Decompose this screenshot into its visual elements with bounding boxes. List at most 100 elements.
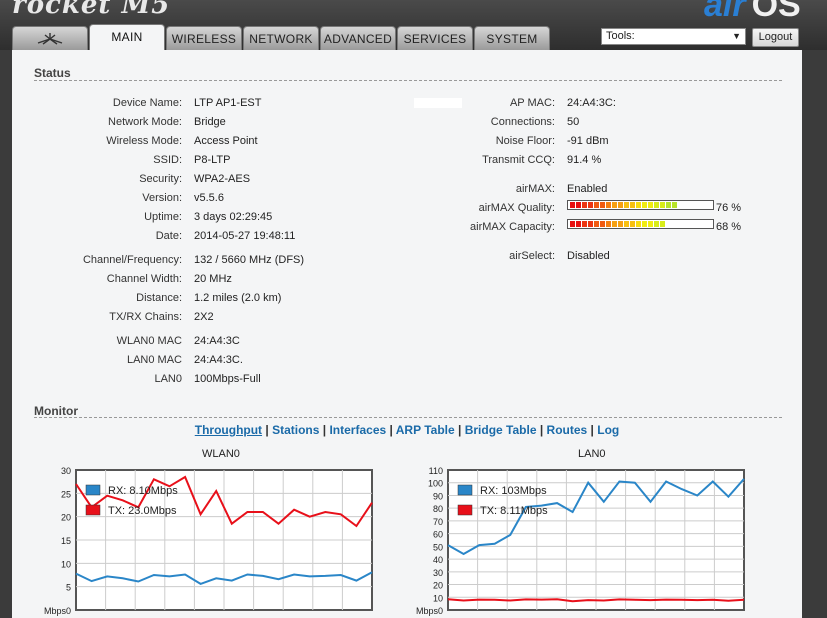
bar-segment — [654, 221, 659, 227]
logout-button[interactable]: Logout — [752, 28, 799, 47]
tab-services[interactable]: SERVICES — [397, 26, 473, 50]
status-row: SSID: P8-LTP — [12, 153, 392, 167]
status-row: Channel Width: 20 MHz — [12, 272, 392, 286]
bar-segment — [588, 202, 593, 208]
status-value: Access Point — [194, 135, 258, 147]
bar-segment — [660, 202, 665, 208]
status-label: airSelect: — [509, 250, 555, 262]
status-row: Noise Floor: -91 dBm — [412, 134, 792, 148]
status-value: 20 MHz — [194, 273, 232, 285]
bar-segment — [642, 202, 647, 208]
status-value: 1.2 miles (2.0 km) — [194, 292, 282, 304]
monitor-links: Throughput | Stations | Interfaces | ARP… — [194, 423, 620, 437]
tab-ubiquiti-logo[interactable] — [12, 26, 88, 50]
status-value: LTP AP1-EST — [194, 97, 262, 109]
bar-segment — [612, 202, 617, 208]
link-log[interactable]: Log — [597, 423, 619, 437]
status-value: 24:A4:3C. — [194, 354, 243, 366]
y-tick-label: 90 — [433, 491, 443, 501]
status-label: Wireless Mode: — [106, 135, 182, 147]
link-throughput[interactable]: Throughput — [195, 423, 262, 437]
status-label: LAN0 MAC — [126, 354, 182, 366]
bar-segment — [624, 202, 629, 208]
airos-logo: air OS — [704, 0, 801, 24]
legend-swatch — [85, 504, 101, 516]
status-row: Connections: 50 — [412, 115, 792, 129]
status-value: 2014-05-27 19:48:11 — [194, 230, 296, 242]
rocket-m5-logo: rocket M5 — [12, 0, 171, 20]
status-label: Transmit CCQ: — [482, 154, 555, 166]
y-tick-label: 25 — [61, 489, 71, 499]
tab-advanced[interactable]: ADVANCED — [320, 26, 396, 50]
y-tick-label: 70 — [433, 517, 443, 527]
status-label: TX/RX Chains: — [109, 311, 182, 323]
bar-segment — [648, 221, 653, 227]
status-row: Device Name: LTP AP1-EST — [12, 96, 392, 110]
legend-entry: TX: 8.11Mbps — [480, 505, 548, 517]
y-tick-label: 0 — [66, 606, 71, 616]
status-row: Channel/Frequency: 132 / 5660 MHz (DFS) — [12, 253, 392, 267]
link-interfaces[interactable]: Interfaces — [329, 423, 386, 437]
status-value: Bridge — [194, 116, 226, 128]
link-stations[interactable]: Stations — [272, 423, 319, 437]
bar-segment — [648, 202, 653, 208]
status-label: airMAX Quality: — [478, 202, 555, 214]
status-label: Security: — [139, 173, 182, 185]
status-value: P8-LTP — [194, 154, 231, 166]
status-label: WLAN0 MAC — [116, 335, 182, 347]
legend-entry: RX: 103Mbps — [480, 485, 547, 497]
bar-segment — [576, 202, 581, 208]
y-axis-label: Mbps — [44, 606, 67, 616]
status-row: LAN0 100Mbps-Full — [12, 372, 392, 386]
status-label: SSID: — [153, 154, 182, 166]
status-label: Date: — [155, 230, 182, 242]
status-label: Network Mode: — [108, 116, 182, 128]
tab-system[interactable]: SYSTEM — [474, 26, 550, 50]
link-arp-table[interactable]: ARP Table — [396, 423, 455, 437]
status-value: 91.4 % — [567, 154, 602, 166]
tab-network[interactable]: NETWORK — [243, 26, 319, 50]
y-tick-label: 30 — [433, 568, 443, 578]
status-row: WLAN0 MAC 24:A4:3C — [12, 334, 392, 348]
status-heading: Status — [34, 66, 71, 80]
status-value: Enabled — [567, 183, 608, 195]
bar-segment — [594, 221, 599, 227]
airmax-capacity-bar — [567, 219, 714, 229]
status-divider — [34, 80, 782, 81]
y-tick-label: 80 — [433, 504, 443, 514]
status-label: Version: — [142, 192, 182, 204]
link-bridge-table[interactable]: Bridge Table — [465, 423, 537, 437]
bar-segment — [582, 202, 587, 208]
legend-entry: TX: 23.0Mbps — [108, 505, 177, 517]
status-label: airMAX Capacity: — [470, 221, 555, 233]
status-value: v5.5.6 — [194, 192, 224, 204]
status-row: TX/RX Chains: 2X2 — [12, 310, 392, 324]
bar-segment — [576, 221, 581, 227]
legend-entry: RX: 8.10Mbps — [108, 485, 178, 497]
tab-wireless[interactable]: WIRELESS — [166, 26, 242, 50]
status-value: 24:A4:3C: — [567, 97, 616, 109]
bar-segment — [606, 202, 611, 208]
tools-select[interactable]: Tools: ▼ — [601, 28, 746, 45]
status-label: LAN0 — [154, 373, 182, 385]
status-value: 132 / 5660 MHz (DFS) — [194, 254, 305, 266]
status-value: Disabled — [567, 250, 610, 262]
airmax-quality-bar — [567, 200, 714, 210]
status-value: 3 days 02:29:45 — [194, 211, 273, 223]
status-row: airSelect: Disabled — [412, 249, 792, 263]
wlan0-throughput-chart: 0 5 10 15 20 25 30 Mbps RX: 8.10Mbps TX: 23.0Mbps — [44, 466, 373, 616]
tab-main[interactable]: MAIN — [89, 24, 165, 50]
status-row: Version: v5.5.6 — [12, 191, 392, 205]
y-tick-label: 0 — [438, 606, 443, 616]
status-label: AP MAC: — [509, 97, 555, 109]
y-tick-label: 50 — [433, 542, 443, 552]
ubiquiti-logo-icon — [37, 33, 63, 45]
y-tick-label: 40 — [433, 555, 443, 565]
bar-segment — [570, 221, 575, 227]
status-label: Noise Floor: — [495, 135, 555, 147]
y-tick-label: 20 — [433, 581, 443, 591]
status-row: Uptime: 3 days 02:29:45 — [12, 210, 392, 224]
bar-segment — [618, 202, 623, 208]
y-tick-label: 15 — [61, 536, 71, 546]
link-routes[interactable]: Routes — [547, 423, 588, 437]
